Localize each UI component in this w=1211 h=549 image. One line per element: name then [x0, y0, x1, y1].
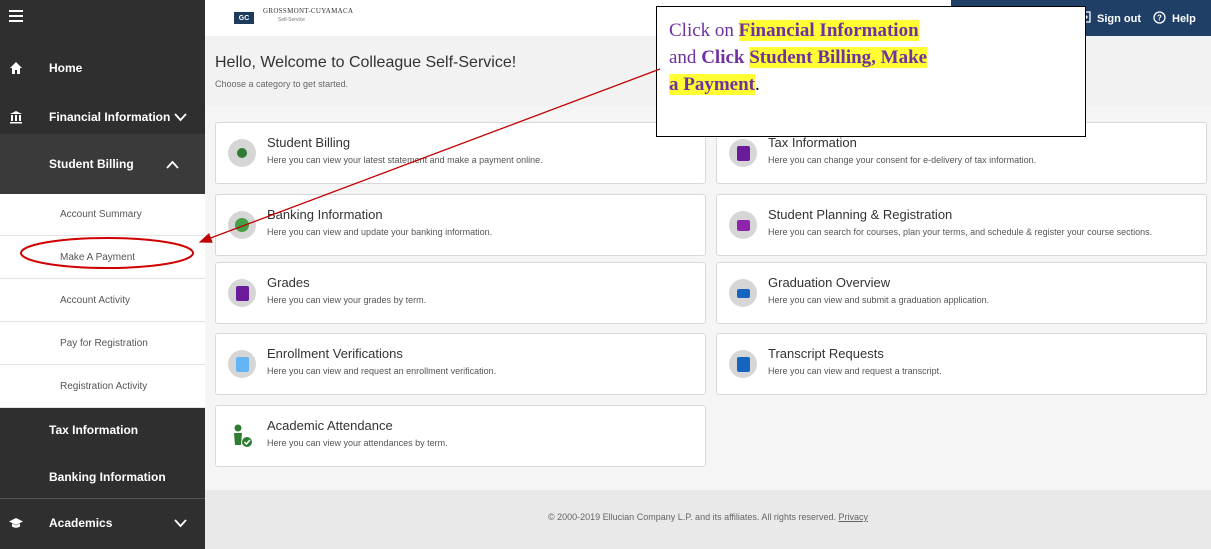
callout-bold: Click — [701, 47, 750, 68]
card-enrollment-verifications[interactable]: Enrollment Verifications Here you can vi… — [215, 333, 706, 395]
card-transcript-requests[interactable]: Transcript Requests Here you can view an… — [716, 333, 1207, 395]
card-description: Here you can view your latest statement … — [267, 155, 543, 165]
callout-line-1: Click on Financial Information — [669, 17, 1073, 44]
app-root: Home Financial Information Student Billi… — [0, 0, 1211, 549]
sidebar-item-student-billing[interactable]: Student Billing — [0, 150, 205, 178]
verification-icon — [228, 350, 256, 378]
card-description: Here you can view and update your bankin… — [267, 227, 493, 237]
page-subtitle: Choose a category to get started. — [215, 79, 349, 89]
sidebar-item-banking-information[interactable]: Banking Information — [0, 462, 205, 492]
callout-line-2: and Click Student Billing, Make — [669, 44, 1073, 71]
callout-highlight: Student Billing, Make — [749, 47, 928, 68]
copyright-text: © 2000-2019 Ellucian Company L.P. and it… — [205, 512, 1211, 522]
bank-icon — [228, 211, 256, 239]
card-description: Here you can change your consent for e-d… — [768, 155, 1037, 165]
college-tagline: Self-Service — [278, 17, 305, 23]
card-title: Student Billing — [267, 135, 351, 150]
card-title: Graduation Overview — [768, 275, 891, 290]
card-title: Tax Information — [768, 135, 857, 150]
calendar-icon — [729, 211, 757, 239]
card-description: Here you can view your grades by term. — [267, 295, 427, 305]
sidebar-item-label: Academics — [49, 516, 113, 530]
college-logo[interactable]: GC — [234, 12, 254, 24]
chevron-down-icon — [174, 109, 187, 125]
sidebar-item-label: Financial Information — [49, 110, 171, 124]
card-title: Enrollment Verifications — [267, 346, 403, 361]
sidebar-item-tax-information[interactable]: Tax Information — [0, 415, 205, 445]
transcript-icon — [729, 350, 757, 378]
sidebar-subitem-label: Account Summary — [60, 209, 142, 220]
tax-document-icon — [729, 139, 757, 167]
card-title: Academic Attendance — [267, 418, 393, 433]
callout-highlight: a Payment — [669, 74, 756, 95]
card-student-billing[interactable]: Student Billing Here you can view your l… — [215, 122, 706, 184]
category-grid: Student Billing Here you can view your l… — [205, 106, 1211, 490]
sidebar-item-academics[interactable]: Academics — [0, 508, 205, 538]
sidebar-item-label: Home — [49, 61, 83, 75]
menu-toggle-row[interactable] — [0, 0, 205, 34]
svg-text:?: ? — [1157, 14, 1162, 23]
card-title: Banking Information — [267, 207, 383, 222]
sidebar-item-financial-information[interactable]: Financial Information — [0, 100, 205, 134]
bank-building-icon — [8, 109, 24, 125]
callout-text: . — [755, 74, 760, 95]
sidebar-subitem-label: Pay for Registration — [60, 337, 148, 349]
graduation-cap-icon — [8, 515, 24, 531]
sidebar-item-label: Student Billing — [49, 157, 134, 171]
college-name: GROSSMONT-CUYAMACA — [263, 7, 354, 15]
callout-text: and — [669, 47, 702, 68]
help-icon: ? — [1153, 11, 1166, 27]
card-description: Here you can view your attendances by te… — [267, 438, 448, 448]
card-title: Grades — [267, 275, 310, 290]
chevron-down-icon — [174, 515, 187, 531]
sidebar-subitem-make-a-payment[interactable]: Make A Payment — [0, 236, 205, 279]
sidebar-divider — [0, 498, 205, 499]
sign-out-button[interactable]: Sign out — [1079, 11, 1141, 26]
page-title: Hello, Welcome to Colleague Self-Service… — [215, 54, 517, 71]
card-description: Here you can search for courses, plan yo… — [768, 227, 1153, 237]
card-banking-information[interactable]: Banking Information Here you can view an… — [215, 194, 706, 256]
hamburger-menu-icon[interactable] — [8, 8, 24, 24]
callout-highlight: Financial Information — [738, 20, 919, 41]
card-title: Transcript Requests — [768, 346, 884, 361]
chevron-up-icon — [166, 156, 179, 172]
grades-icon — [228, 279, 256, 307]
sidebar-subitem-account-activity[interactable]: Account Activity — [0, 279, 205, 322]
instruction-callout: Click on Financial Information and Click… — [656, 6, 1086, 137]
callout-line-3: a Payment. — [669, 71, 1073, 98]
card-title: Student Planning & Registration — [768, 207, 953, 222]
sidebar-nav: Home Financial Information Student Billi… — [0, 0, 205, 549]
card-description: Here you can view and request an enrollm… — [267, 366, 497, 376]
sidebar-subitem-registration-activity[interactable]: Registration Activity — [0, 365, 205, 408]
sidebar-item-label: Banking Information — [49, 470, 166, 484]
callout-text: Click on — [669, 20, 739, 41]
card-description: Here you can view and submit a graduatio… — [768, 295, 990, 305]
sidebar-subitem-label: Registration Activity — [60, 380, 148, 392]
home-icon — [8, 60, 24, 76]
sidebar-item-label: Tax Information — [49, 423, 139, 437]
sidebar-subitem-pay-for-registration[interactable]: Pay for Registration — [0, 322, 205, 365]
card-student-planning-registration[interactable]: Student Planning & Registration Here you… — [716, 194, 1207, 256]
attendance-icon — [228, 422, 256, 450]
sign-out-label: Sign out — [1097, 12, 1141, 25]
card-graduation-overview[interactable]: Graduation Overview Here you can view an… — [716, 262, 1207, 324]
card-description: Here you can view and request a transcri… — [768, 366, 942, 376]
privacy-link[interactable]: Privacy — [838, 512, 868, 522]
sidebar-subitem-label: Make A Payment — [60, 251, 136, 263]
sidebar-subitem-label: Account Activity — [60, 294, 131, 306]
page-footer: © 2000-2019 Ellucian Company L.P. and it… — [205, 490, 1211, 549]
sidebar-item-home[interactable]: Home — [0, 52, 205, 84]
card-academic-attendance[interactable]: Academic Attendance Here you can view yo… — [215, 405, 706, 467]
graduation-cap-icon — [729, 279, 757, 307]
help-button[interactable]: ? Help — [1153, 11, 1196, 27]
copyright-label: © 2000-2019 Ellucian Company L.P. and it… — [548, 512, 836, 522]
card-grades[interactable]: Grades Here you can view your grades by … — [215, 262, 706, 324]
help-label: Help — [1172, 13, 1196, 25]
sidebar-subitem-account-summary[interactable]: Account Summary — [0, 194, 205, 236]
dollar-icon — [228, 139, 256, 167]
